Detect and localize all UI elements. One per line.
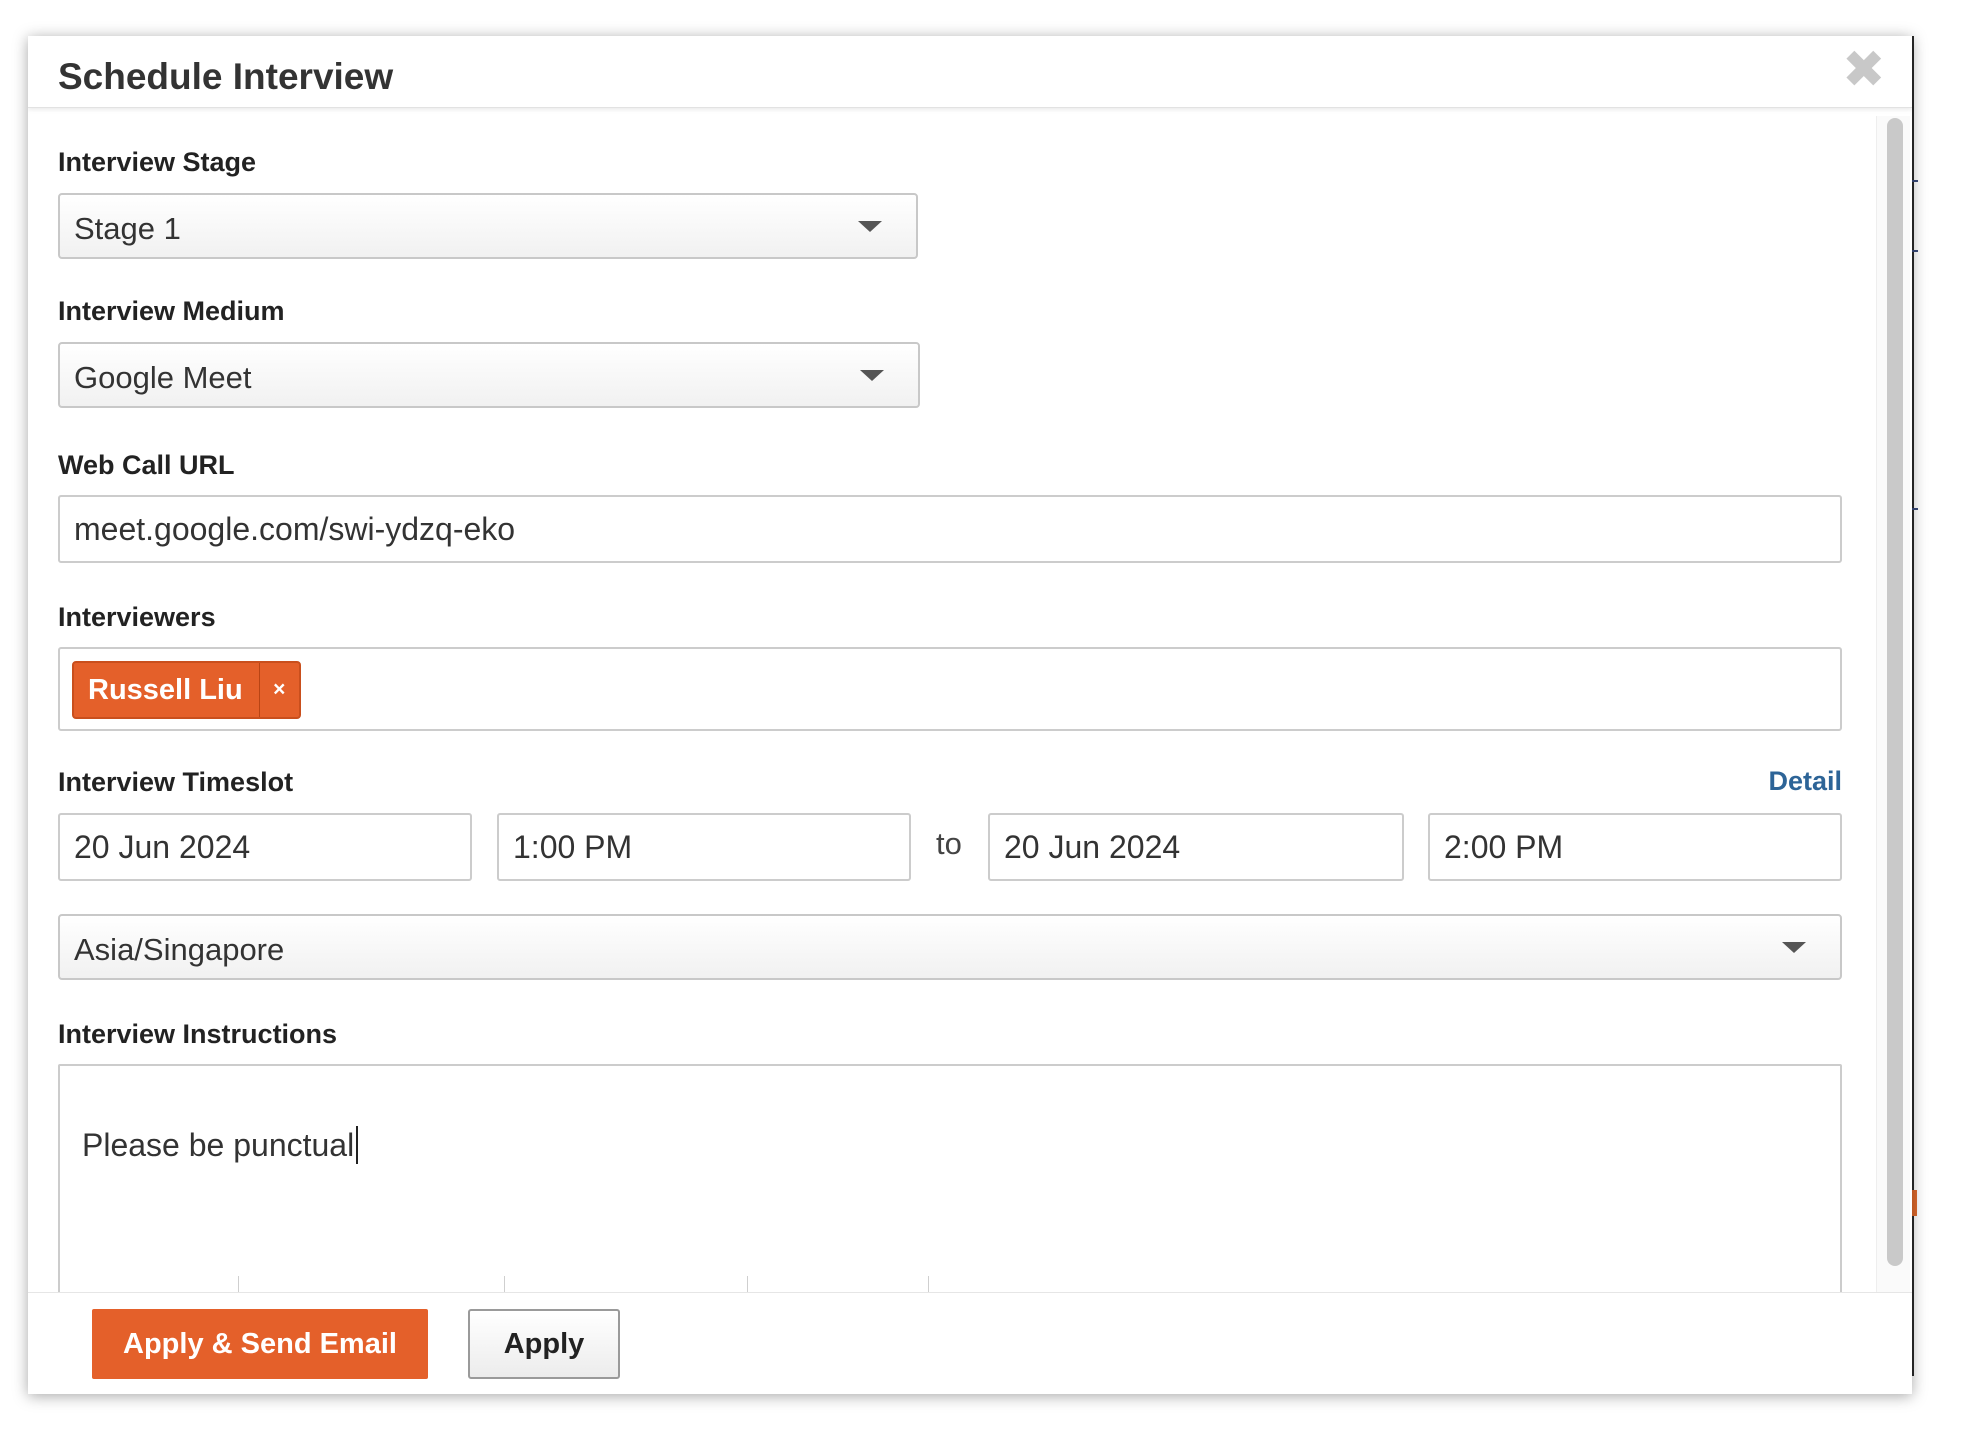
dialog-footer: Apply & Send Email Apply [28, 1292, 1912, 1394]
chevron-down-icon [1782, 942, 1806, 953]
apply-send-email-button[interactable]: Apply & Send Email [92, 1309, 428, 1379]
toolbar-divider [928, 1276, 929, 1292]
toolbar-divider [504, 1276, 505, 1292]
apply-button[interactable]: Apply [468, 1309, 620, 1379]
interview-stage-select[interactable]: Stage 1 [58, 193, 918, 259]
interviewer-tag[interactable]: Russell Liu × [72, 661, 301, 719]
chevron-down-icon [860, 370, 884, 381]
toolbar-divider [238, 1276, 239, 1292]
interview-medium-label: Interview Medium [58, 296, 285, 326]
text-cursor [356, 1126, 359, 1164]
start-time-input[interactable]: 1:00 PM [497, 813, 911, 881]
interview-instructions-textarea[interactable]: Please be punctual [58, 1064, 1842, 1292]
interviewer-tag-label: Russell Liu [88, 673, 243, 706]
background-window-mark [1912, 250, 1918, 252]
start-date-input[interactable]: 20 Jun 2024 [58, 813, 472, 881]
schedule-interview-dialog: Schedule Interview ✖ Interview Stage Sta… [28, 36, 1912, 1394]
interview-medium-select[interactable]: Google Meet [58, 342, 920, 408]
interview-timeslot-label: Interview Timeslot [58, 767, 294, 797]
web-call-url-input[interactable]: meet.google.com/swi-ydzq-eko [58, 495, 1842, 563]
interview-stage-value: Stage 1 [74, 211, 181, 246]
end-date-input[interactable]: 20 Jun 2024 [988, 813, 1404, 881]
timeslot-separator: to [936, 826, 962, 861]
background-window-mark [1912, 508, 1918, 510]
interviewers-input[interactable]: Russell Liu × [58, 647, 1842, 731]
dialog-body: Interview Stage Stage 1 Interview Medium… [28, 36, 1912, 1292]
interviewers-label: Interviewers [58, 602, 216, 632]
remove-tag-icon[interactable]: × [258, 663, 299, 717]
background-window-accent [1912, 1190, 1917, 1216]
toolbar-divider [747, 1276, 748, 1292]
interview-instructions-value: Please be punctual [82, 1127, 355, 1163]
end-time-input[interactable]: 2:00 PM [1428, 813, 1842, 881]
background-window-mark [1912, 180, 1918, 182]
interview-instructions-label: Interview Instructions [58, 1019, 338, 1049]
web-call-url-label: Web Call URL [58, 450, 235, 480]
detail-link[interactable]: Detail [1768, 766, 1842, 797]
timezone-value: Asia/Singapore [74, 932, 285, 967]
interview-stage-label: Interview Stage [58, 147, 257, 177]
timezone-select[interactable]: Asia/Singapore [58, 914, 1842, 980]
chevron-down-icon [858, 221, 882, 232]
interview-medium-value: Google Meet [74, 360, 252, 395]
